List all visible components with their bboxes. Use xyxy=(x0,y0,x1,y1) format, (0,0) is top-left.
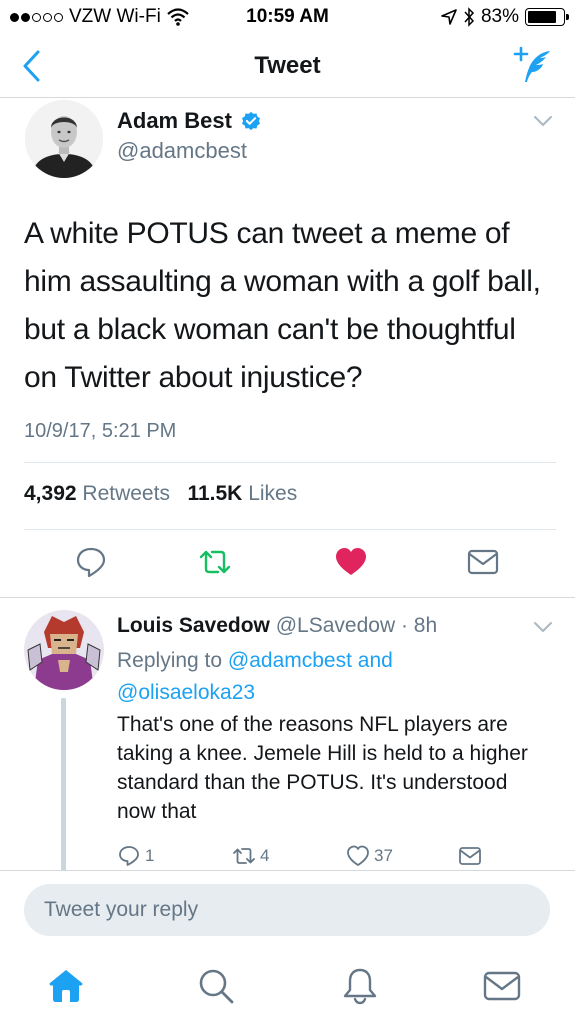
composer-divider xyxy=(0,870,575,871)
mention-link[interactable]: @adamcbest xyxy=(228,649,352,672)
divider xyxy=(24,529,556,530)
dm-action[interactable] xyxy=(458,844,482,868)
replying-to: Replying to @adamcbest and @olisaeloka23 xyxy=(117,645,537,709)
messages-icon[interactable] xyxy=(482,966,522,1006)
retweets-stat[interactable]: 4,392 Retweets xyxy=(24,482,170,505)
likes-stat[interactable]: 11.5K Likes xyxy=(187,482,297,505)
notifications-bell-icon[interactable] xyxy=(340,966,380,1006)
replying-and: and xyxy=(357,649,393,672)
tweet-timestamp: 10/9/17, 5:21 PM xyxy=(24,420,177,442)
reply-icon xyxy=(119,846,139,866)
reply-text: That's one of the reasons NFL players ar… xyxy=(117,713,528,823)
status-bar: VZW Wi-Fi 10:59 AM 83% xyxy=(0,0,575,34)
retweet-icon[interactable] xyxy=(198,545,232,579)
retweet-count: 4 xyxy=(260,846,270,865)
direct-message-icon xyxy=(459,847,481,865)
replying-prefix: Replying to xyxy=(117,649,223,672)
avatar-photo xyxy=(25,100,103,178)
verified-badge-icon xyxy=(241,111,260,131)
author-name-row[interactable]: Adam Best xyxy=(117,108,262,134)
like-heart-icon[interactable] xyxy=(334,545,368,579)
home-icon[interactable] xyxy=(46,966,86,1006)
avatar[interactable] xyxy=(25,100,103,178)
chevron-down-icon[interactable] xyxy=(533,114,553,128)
reply-tweet[interactable]: Louis Savedow @LSavedow · 8h Replying to… xyxy=(0,598,575,870)
chevron-down-icon[interactable] xyxy=(533,620,553,634)
status-right: 83% xyxy=(441,6,569,28)
like-action[interactable]: 37 xyxy=(346,844,393,868)
battery-icon xyxy=(525,8,569,26)
reply-count: 1 xyxy=(145,846,155,865)
bluetooth-icon xyxy=(464,7,474,27)
likes-label: Likes xyxy=(248,482,298,505)
reply-time: · 8h xyxy=(400,614,438,637)
page-title: Tweet xyxy=(254,52,321,79)
reply-input[interactable] xyxy=(24,884,550,936)
retweet-action[interactable]: 4 xyxy=(232,844,269,868)
divider xyxy=(24,462,556,463)
search-icon[interactable] xyxy=(196,966,236,1006)
reply-icon[interactable] xyxy=(74,545,108,579)
reply-author-name[interactable]: Louis Savedow xyxy=(117,614,270,637)
direct-message-icon[interactable] xyxy=(466,545,500,579)
retweets-count: 4,392 xyxy=(24,482,77,505)
author-name[interactable]: Adam Best xyxy=(117,108,232,134)
compose-tweet-icon[interactable] xyxy=(513,46,553,86)
battery-percent: 83% xyxy=(480,6,519,27)
like-count: 37 xyxy=(374,846,393,865)
tweet-text: A white POTUS can tweet a meme of him as… xyxy=(24,217,541,394)
retweets-label: Retweets xyxy=(82,482,170,505)
mention-link[interactable]: @olisaeloka23 xyxy=(117,681,255,704)
likes-count: 11.5K xyxy=(187,482,243,505)
location-arrow-icon xyxy=(441,9,457,25)
reply-actions: 1 4 37 xyxy=(0,844,575,870)
avatar[interactable] xyxy=(24,610,104,690)
reply-header: Louis Savedow @LSavedow · 8h xyxy=(117,614,437,638)
nav-bar: Tweet xyxy=(0,34,575,98)
avatar-illustration xyxy=(24,610,104,690)
tweet-actions xyxy=(0,545,575,585)
reply-composer[interactable] xyxy=(24,884,550,936)
reply-author-handle[interactable]: @LSavedow xyxy=(276,614,395,637)
author-handle[interactable]: @adamcbest xyxy=(117,138,247,164)
tab-bar xyxy=(0,950,575,1024)
reply-action[interactable]: 1 xyxy=(117,844,154,868)
battery-fill xyxy=(528,11,557,23)
tweet-stats: 4,392 Retweets 11.5K Likes xyxy=(24,482,297,506)
heart-icon xyxy=(347,845,369,866)
retweet-icon xyxy=(233,848,255,864)
